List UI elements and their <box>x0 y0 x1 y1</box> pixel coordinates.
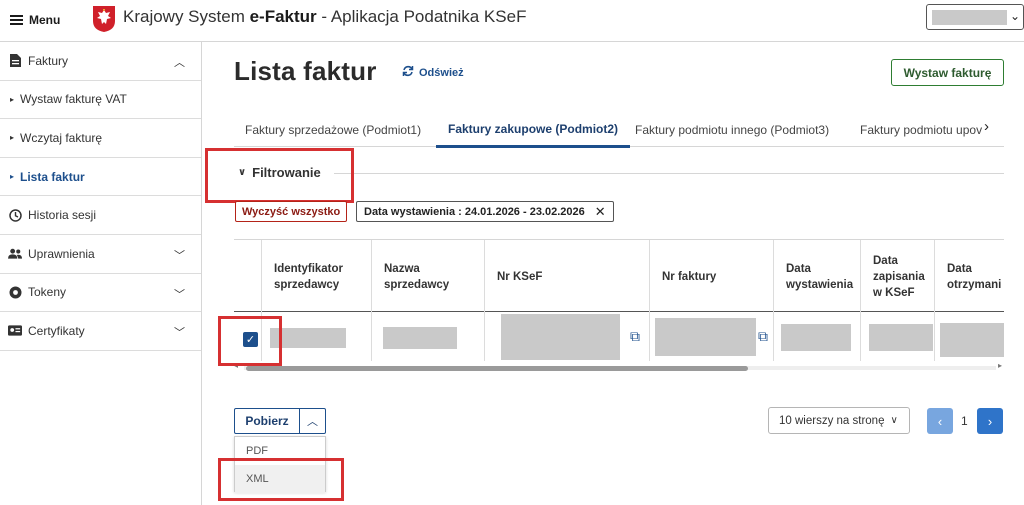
chevron-right-icon: › <box>987 413 993 429</box>
received-date-cell <box>934 313 1004 361</box>
chevron-up-icon[interactable]: ︿ <box>300 409 325 433</box>
token-icon <box>8 285 22 299</box>
column-header[interactable]: Data zapisania w KSeF <box>860 240 934 313</box>
scroll-right-icon[interactable]: ▸ <box>998 361 1002 370</box>
column-header[interactable]: Data otrzymani <box>934 240 1004 313</box>
sidebar: Faktury ︿ ▸ Wystaw fakturę VAT ▸ Wczytaj… <box>0 42 202 505</box>
menu-button[interactable]: Menu <box>10 10 60 30</box>
refresh-label: Odśwież <box>419 66 464 79</box>
document-icon <box>8 54 22 68</box>
user-context-select[interactable]: ⌄ <box>926 4 1024 30</box>
refresh-icon <box>402 65 414 80</box>
download-split-button[interactable]: Pobierz ︿ <box>234 408 326 434</box>
highlight-box-checkbox <box>218 316 282 366</box>
tab-authorized-entity-invoices[interactable]: Faktury podmiotu upov <box>860 112 982 147</box>
bullet-icon: ▸ <box>10 172 15 182</box>
rows-per-page-select[interactable]: 10 wierszy na stronę ∨ <box>768 407 910 434</box>
column-header[interactable]: Nazwa sprzedawcy <box>371 240 484 313</box>
invoice-table: Identyfikator sprzedawcy Nazwa sprzedawc… <box>234 239 1004 365</box>
date-filter-label: Data wystawienia : 24.01.2026 - 23.02.20… <box>364 205 585 218</box>
hamburger-icon <box>10 15 23 25</box>
redacted-user-name <box>932 10 1007 25</box>
table-header: Identyfikator sprzedawcy Nazwa sprzedawc… <box>234 239 1004 313</box>
scrollbar-thumb[interactable] <box>246 366 748 371</box>
chevron-down-icon: ﹀ <box>174 249 185 262</box>
sidebar-item-label: Wystaw fakturę VAT <box>20 92 127 107</box>
sidebar-item-certyfikaty[interactable]: Certyfikaty ﹀ <box>0 312 201 351</box>
sidebar-item-label: Wczytaj fakturę <box>20 130 103 145</box>
select-column-header <box>234 240 261 313</box>
sidebar-item-lista-faktur[interactable]: ▸ Lista faktur <box>0 158 201 197</box>
sidebar-item-label: Historia sesji <box>28 208 97 223</box>
sidebar-item-label: Certyfikaty <box>28 323 85 338</box>
seller-name-cell <box>371 313 484 361</box>
redacted-value <box>869 324 933 351</box>
issue-invoice-button[interactable]: Wystaw fakturę <box>891 59 1004 86</box>
column-header[interactable]: Data wystawienia <box>773 240 860 313</box>
sidebar-item-label: Uprawnienia <box>28 246 95 261</box>
chevron-left-icon: ‹ <box>937 413 943 429</box>
highlight-box-filter <box>205 148 354 203</box>
column-header[interactable]: Nr KSeF <box>484 240 649 313</box>
chevron-down-icon: ⌄ <box>1009 9 1020 23</box>
chevron-up-icon: ︿ <box>174 57 185 69</box>
sidebar-item-wystaw-fakture[interactable]: ▸ Wystaw fakturę VAT <box>0 81 201 120</box>
redacted-value <box>940 323 1004 357</box>
sidebar-item-label: Faktury <box>28 53 69 68</box>
certificate-icon <box>8 324 22 338</box>
sidebar-item-wczytaj-fakture[interactable]: ▸ Wczytaj fakturę <box>0 119 201 158</box>
column-header[interactable]: Identyfikator sprzedawcy <box>261 240 371 313</box>
invoice-tabs: Faktury sprzedażowe (Podmiot1) Faktury z… <box>234 112 1004 148</box>
tab-sales-invoices[interactable]: Faktury sprzedażowe (Podmiot1) <box>245 112 421 147</box>
ksef-saved-date-cell <box>860 313 934 361</box>
top-bar: Menu Krajowy System e-Faktur - Aplikacja… <box>0 0 1024 42</box>
sidebar-item-uprawnienia[interactable]: Uprawnienia ﹀ <box>0 235 201 274</box>
divider <box>334 173 1004 174</box>
chevron-right-icon[interactable]: › <box>984 118 989 135</box>
close-icon[interactable]: ✕ <box>595 204 606 220</box>
app-title: Krajowy System e-Faktur - Aplikacja Poda… <box>123 7 527 26</box>
sidebar-item-label: Tokeny <box>28 285 67 300</box>
page-title: Lista faktur <box>234 56 377 86</box>
issue-date-cell <box>773 313 860 361</box>
redacted-value <box>655 318 756 356</box>
date-filter-chip[interactable]: Data wystawienia : 24.01.2026 - 23.02.20… <box>356 201 614 222</box>
clock-icon <box>8 208 22 222</box>
download-button[interactable]: Pobierz <box>235 409 300 433</box>
redacted-value <box>781 324 851 351</box>
table-horizontal-scrollbar[interactable]: ◂ ▸ <box>234 361 1004 372</box>
copy-icon[interactable]: ⧉ <box>758 328 768 345</box>
sidebar-item-faktury[interactable]: Faktury ︿ <box>0 42 201 81</box>
refresh-button[interactable]: Odśwież <box>402 65 464 80</box>
chevron-down-icon: ∨ <box>890 415 898 426</box>
current-page-number[interactable]: 1 <box>961 414 968 428</box>
menu-label: Menu <box>29 13 61 27</box>
highlight-box-xml <box>218 458 344 501</box>
next-page-button[interactable]: › <box>977 408 1003 434</box>
previous-page-button[interactable]: ‹ <box>927 408 953 434</box>
chevron-down-icon: ﹀ <box>174 327 185 340</box>
bullet-icon: ▸ <box>10 94 15 104</box>
polish-eagle-logo <box>93 6 115 32</box>
sidebar-item-historia-sesji[interactable]: Historia sesji <box>0 196 201 235</box>
invoice-number-cell: ⧉ <box>649 313 773 361</box>
redacted-value <box>501 314 620 360</box>
sidebar-item-tokeny[interactable]: Tokeny ﹀ <box>0 274 201 313</box>
copy-icon[interactable]: ⧉ <box>630 328 640 345</box>
users-icon <box>8 247 22 261</box>
column-header[interactable]: Nr faktury <box>649 240 773 313</box>
tab-other-entity-invoices[interactable]: Faktury podmiotu innego (Podmiot3) <box>635 112 829 147</box>
sidebar-item-label: Lista faktur <box>20 169 85 184</box>
rows-per-page-label: 10 wierszy na stronę <box>779 414 885 427</box>
chevron-down-icon: ﹀ <box>174 288 185 301</box>
bullet-icon: ▸ <box>10 133 15 143</box>
clear-all-filters-chip[interactable]: Wyczyść wszystko <box>235 201 348 222</box>
ksef-number-cell: ⧉ <box>484 313 649 361</box>
redacted-value <box>383 327 457 349</box>
tab-purchase-invoices[interactable]: Faktury zakupowe (Podmiot2) <box>436 112 631 148</box>
table-row[interactable]: ✓ ⧉ ⧉ <box>234 313 1004 361</box>
